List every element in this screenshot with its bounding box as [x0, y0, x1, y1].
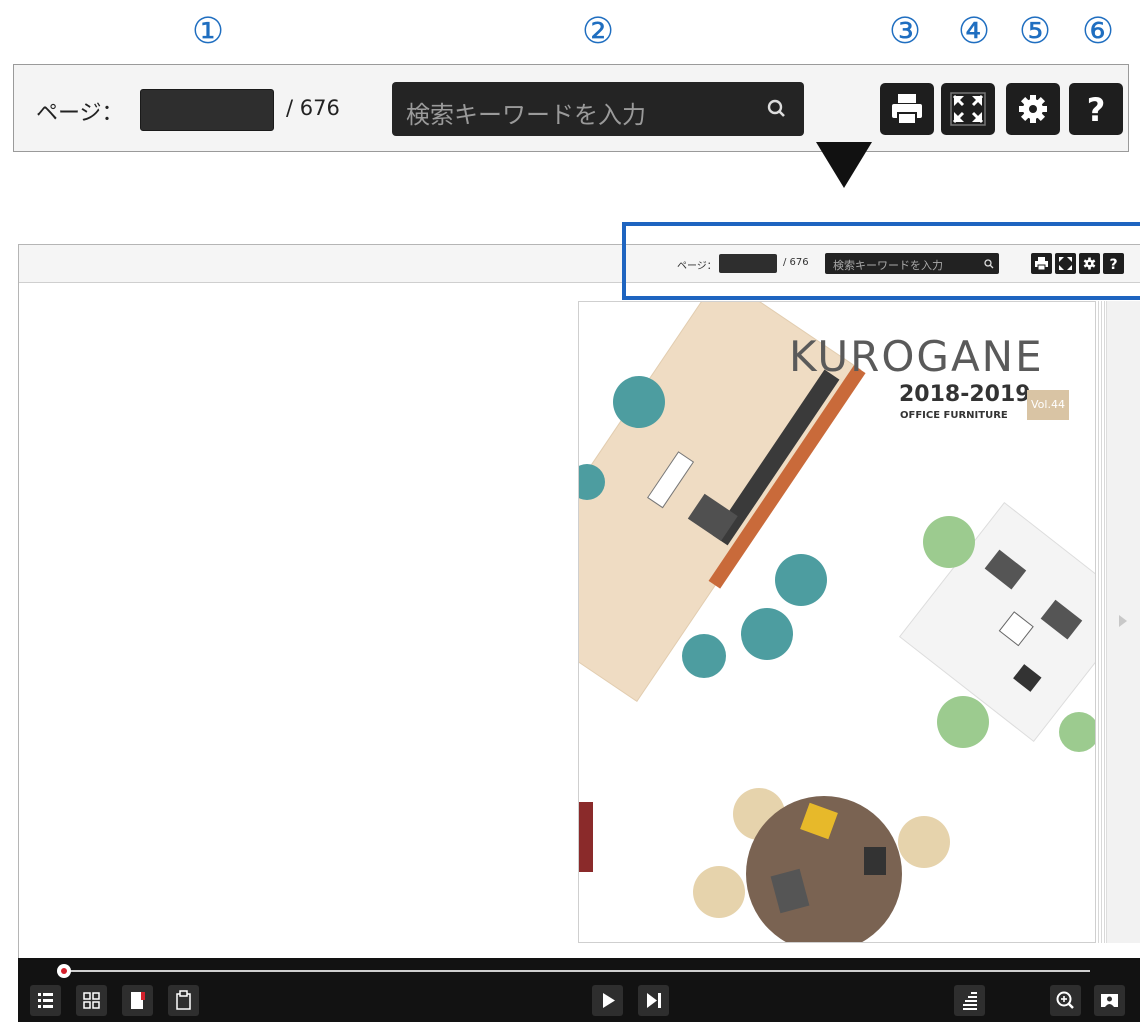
search-box[interactable]: 検索キーワードを入力 [392, 82, 804, 136]
page-edge [1104, 301, 1105, 943]
catalog-year: 2018-2019 [899, 382, 1031, 407]
page-view-button[interactable] [1094, 985, 1125, 1016]
callout-6: ⑥ [1081, 11, 1115, 52]
callout-5: ⑤ [1018, 11, 1052, 52]
sort-button[interactable] [954, 985, 985, 1016]
help-button[interactable]: ? [1069, 83, 1123, 135]
zoom-in-button[interactable] [1050, 985, 1081, 1016]
catalog-cover[interactable]: KUROGANE 2018-2019 OFFICE FURNITURE Vol.… [578, 301, 1096, 943]
page-edge [1101, 301, 1102, 943]
callout-3: ③ [888, 11, 922, 52]
search-placeholder: 検索キーワードを入力 [406, 101, 646, 129]
callout-2: ② [581, 11, 615, 52]
page-number-input[interactable] [140, 89, 274, 131]
catalog-subtitle: OFFICE FURNITURE [900, 410, 1008, 421]
bottom-control-bar [18, 958, 1140, 1022]
svg-text:?: ? [1087, 91, 1106, 129]
last-page-icon [647, 993, 661, 1008]
bookmark-button[interactable] [122, 985, 153, 1016]
sort-icon [963, 992, 977, 1010]
page-label: ページ： [36, 101, 124, 126]
zoom-in-icon [1056, 991, 1074, 1009]
page-view-icon [1101, 994, 1118, 1007]
play-icon [603, 993, 615, 1008]
paste-button[interactable] [168, 985, 199, 1016]
gear-icon [1019, 95, 1047, 123]
print-button[interactable] [880, 83, 934, 135]
table-of-contents-button[interactable] [30, 985, 61, 1016]
fullscreen-icon [950, 92, 986, 126]
highlight-box [622, 222, 1140, 300]
next-page-area[interactable] [1106, 301, 1140, 943]
callout-4: ④ [957, 11, 991, 52]
fullscreen-button[interactable] [941, 83, 995, 135]
enlarged-toolbar: ページ： / 676 検索キーワードを入力 ? [13, 64, 1129, 152]
list-icon [38, 993, 53, 1008]
brand-name: KUROGANE [789, 332, 1044, 381]
next-page-arrow-icon[interactable] [1119, 615, 1127, 627]
print-icon [892, 94, 922, 125]
down-arrow-icon [816, 142, 872, 188]
help-icon: ? [1087, 91, 1106, 129]
page-slider-track[interactable] [66, 970, 1090, 972]
catalog-volume: Vol.44 [1027, 390, 1069, 420]
callout-1: ① [191, 11, 225, 52]
thumbnails-button[interactable] [76, 985, 107, 1016]
settings-button[interactable] [1006, 83, 1060, 135]
bookmark-icon [131, 992, 145, 1009]
page-slider-knob[interactable] [57, 964, 71, 978]
page-total: / 676 [286, 96, 340, 120]
paste-icon [176, 990, 191, 1010]
search-icon[interactable] [764, 96, 790, 122]
page-edge [1098, 301, 1099, 943]
last-page-button[interactable] [638, 985, 669, 1016]
play-button[interactable] [592, 985, 623, 1016]
thumbnails-icon [83, 992, 100, 1009]
